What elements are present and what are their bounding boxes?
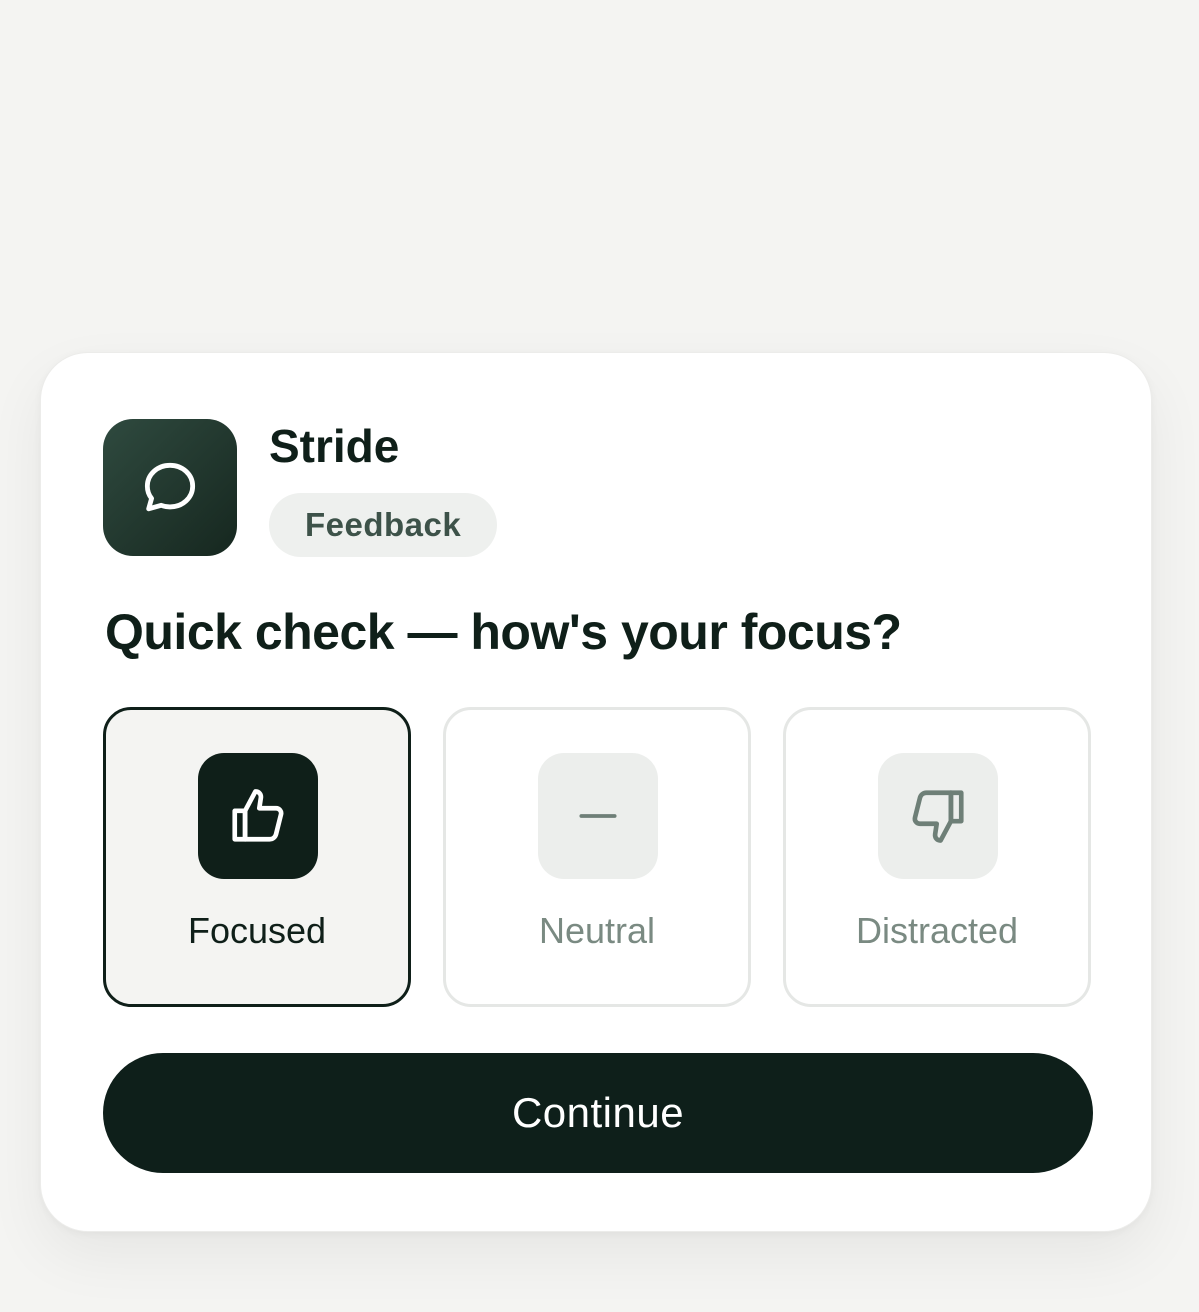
thumbs-down-icon [912,790,964,843]
question-heading: Quick check — how's your focus? [105,604,902,660]
option-label: Neutral [538,910,656,951]
app-icon [103,419,237,556]
thumbs-up-icon [232,789,284,842]
option-neutral[interactable]: Neutral [443,707,751,1007]
app-name: Stride [269,420,400,472]
option-distracted[interactable]: Distracted [783,707,1091,1007]
option-label: Focused [187,910,327,951]
dash-icon-tile [538,753,658,879]
option-label: Distracted [855,910,1019,951]
chat-bubble-icon [144,462,196,511]
option-focused[interactable]: Focused [103,707,411,1007]
feedback-card: Stride Feedback Quick check — how's your… [40,352,1152,1232]
thumbs-up-icon-tile [198,753,318,879]
thumbs-down-icon-tile [878,753,998,879]
continue-button[interactable]: Continue [103,1053,1093,1173]
feedback-tag: Feedback [269,493,498,557]
dash-icon [579,814,617,818]
